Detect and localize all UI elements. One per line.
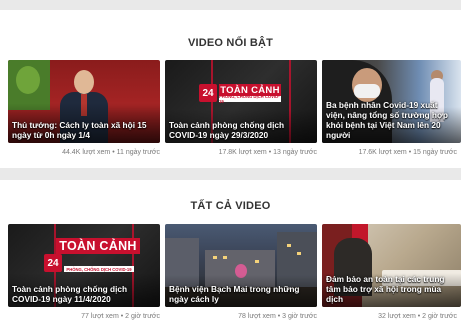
all-section-title: TẤT CẢ VIDEO [190,200,271,212]
video-thumbnail[interactable]: Đảm bảo an toàn tại các trung tâm bảo tr… [322,224,461,307]
video-title[interactable]: Thủ tướng: Cách ly toàn xã hội 15 ngày t… [12,120,156,140]
video-thumbnail[interactable]: 24 TOÀN CẢNH PHÒNG, CHỐNG DỊCH COVID-19 … [165,60,317,143]
news-logo-subtitle: PHÒNG, CHỐNG DỊCH COVID-19 [64,266,134,272]
video-thumbnail[interactable]: 24 TOÀN CẢNH PHÒNG, CHỐNG DỊCH COVID-19 … [8,224,160,307]
news-logo-badge: 24 [44,254,62,272]
video-thumbnail[interactable]: Ba bệnh nhân Covid-19 xuất viện, nâng tổ… [322,60,461,143]
featured-video-card[interactable]: Thủ tướng: Cách ly toàn xã hội 15 ngày t… [8,60,160,156]
video-meta: 17.6K lượt xem • 15 ngày trước [358,149,457,156]
all-videos-section: TẤT CẢ VIDEO 24 TOÀN CẢNH PHÒNG, CHỐNG D… [0,180,461,324]
video-card[interactable]: Đảm bảo an toàn tại các trung tâm bảo tr… [322,224,461,320]
video-title[interactable]: Ba bệnh nhân Covid-19 xuất viện, nâng tổ… [326,100,457,140]
video-title[interactable]: Toàn cảnh phòng chống dịch COVID-19 ngày… [169,120,313,140]
video-page: VIDEO NỔI BẬT Thủ tướng: Cách ly toàn xã… [0,0,461,324]
video-title[interactable]: Bệnh viện Bạch Mai trong những ngày cách… [169,284,313,304]
video-thumbnail[interactable]: Bệnh viện Bạch Mai trong những ngày cách… [165,224,317,307]
video-meta: 44.4K lượt xem • 11 ngày trước [62,149,160,156]
video-card[interactable]: 24 TOÀN CẢNH PHÒNG, CHỐNG DỊCH COVID-19 … [8,224,160,320]
news-logo-title: TOÀN CẢNH [56,238,140,254]
video-meta: 17.8K lượt xem • 13 ngày trước [218,149,317,156]
video-title[interactable]: Đảm bảo an toàn tại các trung tâm bảo tr… [326,274,457,304]
video-meta: 77 lượt xem • 2 giờ trước [81,313,160,320]
featured-video-card[interactable]: Ba bệnh nhân Covid-19 xuất viện, nâng tổ… [322,60,461,156]
news-logo-badge: 24 [199,84,217,102]
video-meta: 78 lượt xem • 3 giờ trước [238,313,317,320]
featured-section-title: VIDEO NỔI BẬT [187,37,274,49]
video-title[interactable]: Toàn cảnh phòng chống dịch COVID-19 ngày… [12,284,156,304]
video-thumbnail[interactable]: Thủ tướng: Cách ly toàn xã hội 15 ngày t… [8,60,160,143]
news-logo-subtitle: PHÒNG, CHỐNG DỊCH COVID-19 [219,94,281,104]
featured-video-card[interactable]: 24 TOÀN CẢNH PHÒNG, CHỐNG DỊCH COVID-19 … [165,60,317,156]
video-meta: 32 lượt xem • 2 giờ trước [378,313,457,320]
featured-videos-section: VIDEO NỔI BẬT Thủ tướng: Cách ly toàn xã… [0,10,461,168]
video-card[interactable]: Bệnh viện Bạch Mai trong những ngày cách… [165,224,317,320]
